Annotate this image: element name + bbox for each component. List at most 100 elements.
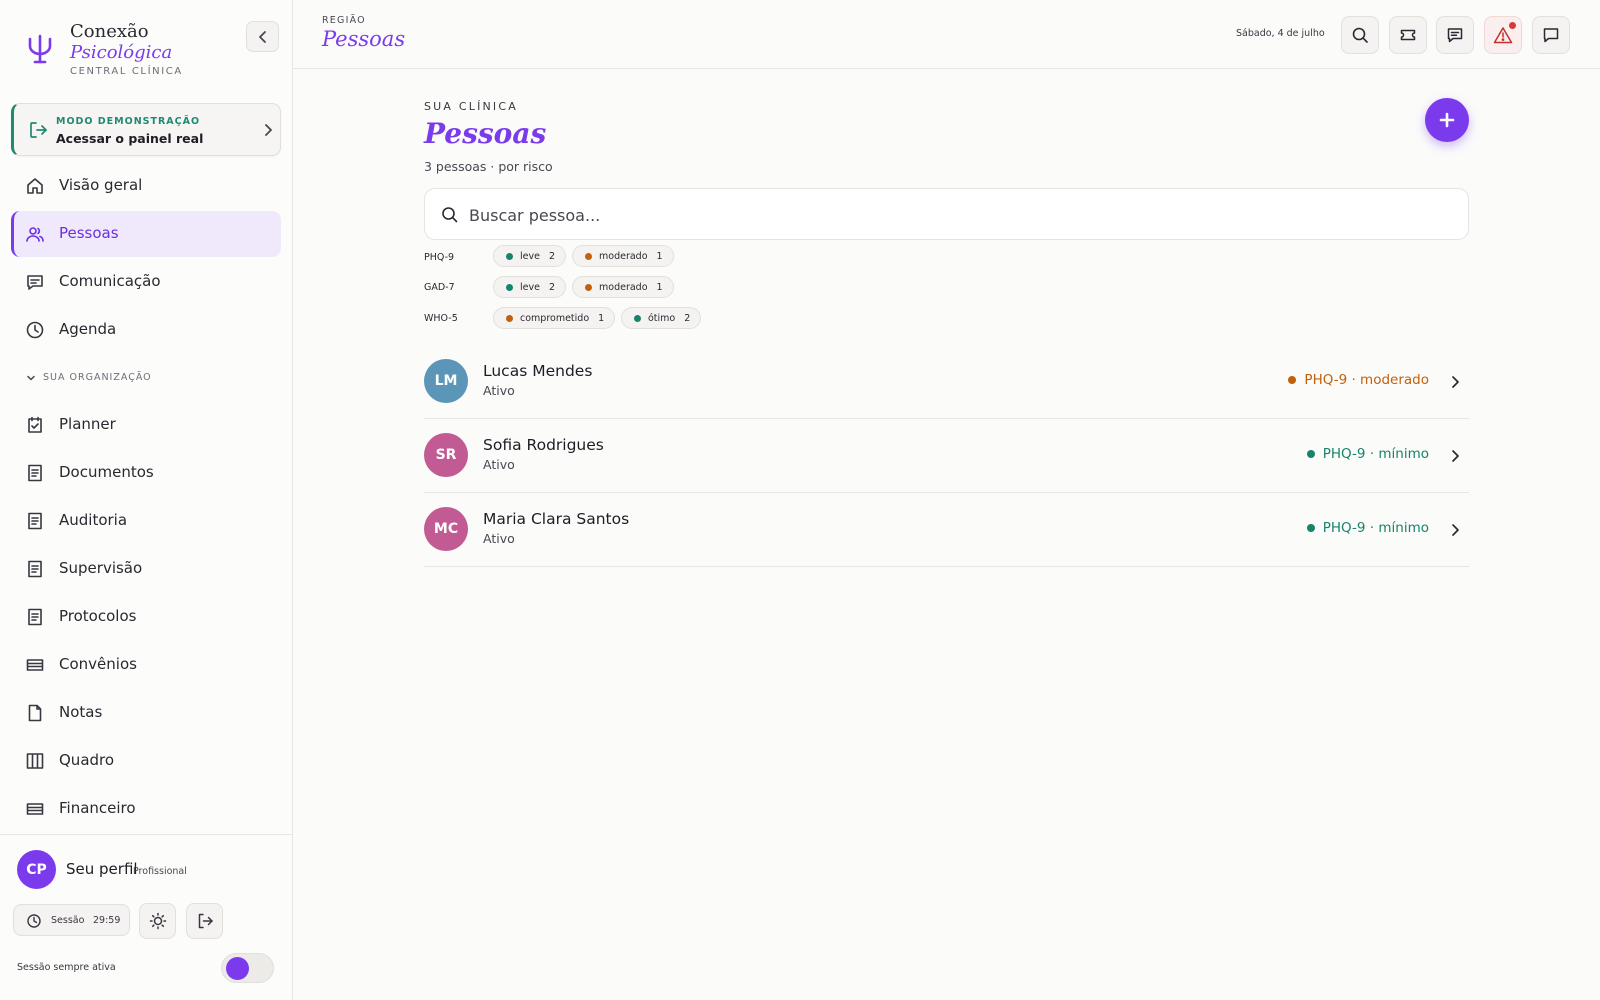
nav-item-label: Visão geral — [59, 176, 143, 194]
login-icon — [30, 122, 47, 138]
search-box — [424, 188, 1469, 240]
chip-count: 2 — [548, 250, 555, 262]
nav-item-auditoria[interactable]: Auditoria — [11, 498, 281, 544]
logout-icon — [198, 913, 213, 929]
theme-toggle-button[interactable] — [139, 903, 176, 939]
nav-item-label: Convênios — [59, 655, 137, 673]
nav-item-quadro[interactable]: Quadro — [11, 738, 281, 784]
nav-item-label: Financeiro — [59, 799, 136, 817]
document-icon — [28, 608, 42, 626]
ticket-button[interactable] — [1389, 16, 1427, 54]
chevron-right-icon — [265, 124, 272, 136]
search-input[interactable] — [469, 202, 1429, 228]
region-title: Pessoas — [322, 27, 406, 51]
home-icon — [27, 178, 43, 194]
person-row[interactable]: LM Lucas Mendes Ativo PHQ-9 · moderado — [424, 345, 1469, 419]
filter-chip-gad7-moderado[interactable]: moderado 1 — [572, 276, 674, 298]
toggle-knob — [226, 957, 249, 980]
search-icon — [442, 207, 458, 223]
people-count: 3 pessoas · por risco — [424, 159, 553, 174]
risk-label: PHQ-9 · mínimo — [1322, 520, 1429, 536]
nav-item-label: Notas — [59, 703, 103, 721]
filter-label-gad7: GAD-7 — [424, 282, 455, 293]
sun-icon — [149, 912, 166, 930]
person-name: Sofia Rodrigues — [483, 436, 604, 454]
person-row[interactable]: SR Sofia Rodrigues Ativo PHQ-9 · mínimo — [424, 419, 1469, 493]
filter-chip-phq9-leve[interactable]: leve 2 — [493, 245, 566, 267]
chevron-left-icon — [258, 30, 266, 43]
alerts-button[interactable] — [1484, 16, 1522, 54]
nav-item-planner[interactable]: Planner — [11, 402, 281, 448]
brand-tagline: CENTRAL CLÍNICA — [70, 66, 183, 77]
nav-item-supervisao[interactable]: Supervisão — [11, 546, 281, 592]
demo-mode-title: Acessar o painel real — [56, 131, 204, 146]
filter-label-who5: WHO-5 — [424, 313, 458, 324]
filter-chip-gad7-leve[interactable]: leve 2 — [493, 276, 566, 298]
status-dot — [585, 283, 592, 291]
chevron-right-icon — [1452, 450, 1459, 462]
status-dot — [634, 314, 641, 322]
nav-item-pessoas[interactable]: Pessoas — [11, 211, 281, 257]
alert-badge — [1509, 22, 1516, 29]
nav-item-financeiro[interactable]: Financeiro — [11, 786, 281, 832]
nav-item-visao-geral[interactable]: Visão geral — [11, 163, 281, 209]
ticket-icon — [1400, 29, 1416, 41]
chip-label: ótimo — [648, 312, 676, 324]
demo-mode-card[interactable]: MODO DEMONSTRAÇÃO Acessar o painel real — [11, 103, 281, 156]
risk-badge: PHQ-9 · mínimo — [1306, 520, 1429, 536]
nav-item-notas[interactable]: Notas — [11, 690, 281, 736]
org-section-toggle[interactable]: SUA ORGANIZAÇÃO — [26, 372, 152, 383]
nav-item-comunicacao[interactable]: Comunicação — [11, 259, 281, 305]
document-icon — [28, 560, 42, 578]
chat-button[interactable] — [1532, 16, 1570, 54]
chip-count: 1 — [598, 312, 605, 324]
psi-logo-icon — [28, 34, 52, 64]
chip-label: leve — [520, 281, 540, 293]
session-timer[interactable]: Sessão 29:59 — [13, 904, 130, 936]
session-label: Sessão — [51, 915, 85, 926]
avatar: LM — [424, 359, 468, 403]
topbar: REGIÃO Pessoas Sábado, 4 de julho — [293, 0, 1600, 69]
nav-item-label: Documentos — [59, 463, 154, 481]
warning-icon — [1493, 27, 1513, 44]
logout-button[interactable] — [186, 903, 223, 939]
collapse-sidebar-button[interactable] — [246, 21, 279, 52]
person-row[interactable]: MC Maria Clara Santos Ativo PHQ-9 · míni… — [424, 493, 1469, 567]
nav-item-label: Supervisão — [59, 559, 143, 577]
nav-item-label: Protocolos — [59, 607, 137, 625]
risk-label: PHQ-9 · moderado — [1304, 372, 1429, 388]
filter-chip-who5-comprometido[interactable]: comprometido 1 — [493, 307, 616, 329]
avatar[interactable]: CP — [17, 850, 56, 889]
nav-item-label: Planner — [59, 415, 116, 433]
section-kicker: SUA CLÍNICA — [424, 100, 518, 113]
add-person-button[interactable] — [1425, 98, 1469, 142]
nav-item-convenios[interactable]: Convênios — [11, 642, 281, 688]
org-section-label: SUA ORGANIZAÇÃO — [43, 372, 152, 383]
nav-item-protocolos[interactable]: Protocolos — [11, 594, 281, 640]
chip-label: leve — [520, 250, 540, 262]
chip-count: 1 — [656, 281, 663, 293]
nav-item-documentos[interactable]: Documentos — [11, 450, 281, 496]
person-status: Ativo — [483, 531, 515, 546]
message-icon — [1447, 28, 1463, 43]
message-icon — [27, 275, 43, 290]
session-always-active-toggle[interactable] — [221, 953, 274, 983]
status-dot — [506, 314, 513, 322]
filter-chip-phq9-moderado[interactable]: moderado 1 — [572, 245, 674, 267]
columns-icon — [26, 753, 44, 769]
chevron-right-icon — [1452, 524, 1459, 536]
nav-item-agenda[interactable]: Agenda — [11, 307, 281, 353]
profile-link[interactable]: Seu perfil — [66, 860, 138, 878]
messages-button[interactable] — [1436, 16, 1474, 54]
filter-chip-who5-otimo[interactable]: ótimo 2 — [621, 307, 702, 329]
nav-item-label: Comunicação — [59, 272, 161, 290]
chip-label: moderado — [599, 250, 648, 262]
search-button[interactable] — [1341, 16, 1379, 54]
card-icon — [26, 659, 44, 671]
clock-icon — [27, 914, 41, 928]
chip-label: comprometido — [520, 312, 590, 324]
region-label: REGIÃO — [322, 15, 366, 26]
person-status: Ativo — [483, 383, 515, 398]
brand[interactable]: Conexão Psicológica CENTRAL CLÍNICA — [20, 18, 280, 84]
status-dot — [585, 252, 592, 260]
